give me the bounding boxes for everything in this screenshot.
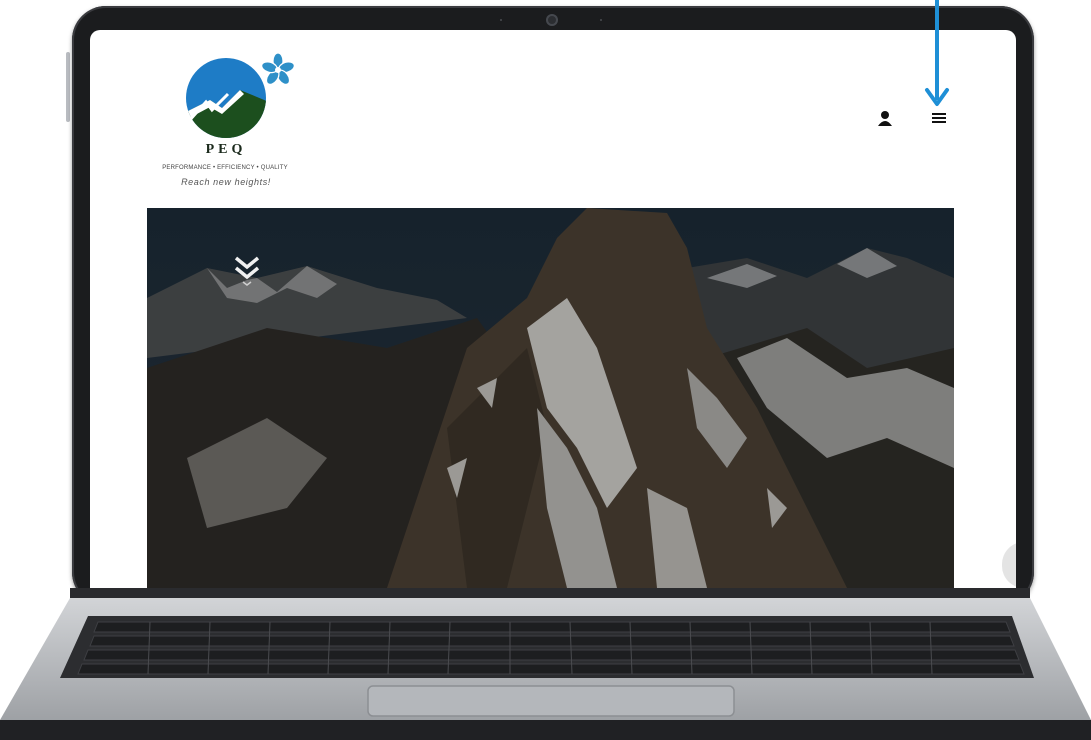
logo-tagline: PERFORMANCE • EFFICIENCY • QUALITY [162,165,288,171]
hamburger-menu-button[interactable] [930,110,948,126]
double-chevron-down-icon [234,256,260,286]
sensor-dot [500,19,502,21]
side-scroll-handle[interactable] [1002,542,1016,588]
hamburger-menu-icon [932,113,946,123]
webcam [546,14,558,26]
brand-logo[interactable]: PEQ PERFORMANCE • EFFICIENCY • QUALITY R… [148,50,304,202]
logo-slogan: Reach new heights! [181,177,271,187]
flower-icon [261,52,295,85]
browser-viewport: PEQ PERFORMANCE • EFFICIENCY • QUALITY R… [90,30,1016,588]
logo-emblem-icon [186,52,295,138]
touchpad [367,685,735,717]
arrow-down-icon [925,0,949,106]
logo-wordmark: PEQ [205,142,247,157]
laptop-frame: PEQ PERFORMANCE • EFFICIENCY • QUALITY R… [0,0,1091,740]
lid-edge [66,52,70,122]
account-button[interactable] [877,110,893,128]
user-icon [878,111,892,126]
laptop-keyboard-deck [0,588,1091,740]
scroll-down-button[interactable] [232,254,262,290]
sensor-dot [600,19,602,21]
mountain-image [147,208,954,588]
hero-banner [147,208,954,588]
